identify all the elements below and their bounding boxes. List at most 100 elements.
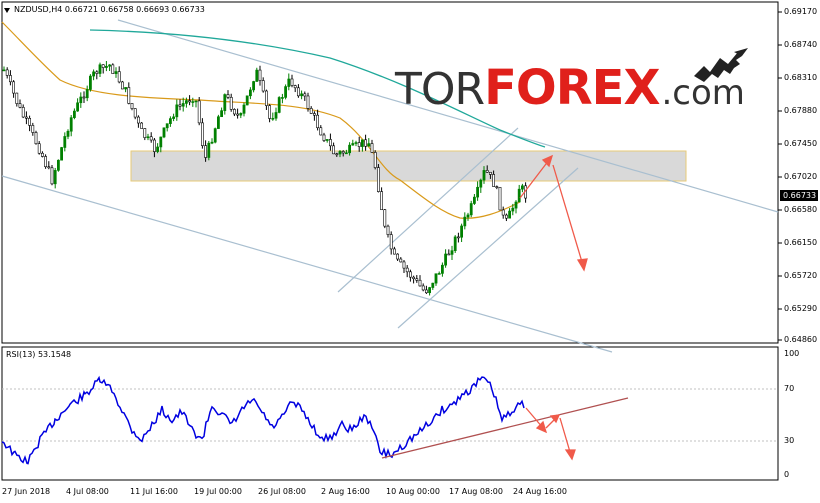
logo-forex-text: FOREX [484,60,660,116]
price-axis-label: 0.64860 [784,335,818,344]
candle-body [348,144,352,154]
candle-body [95,71,99,74]
candle-body [370,143,374,153]
candle-body [98,64,102,74]
candle-body [252,81,256,91]
time-axis-label: 27 Jun 2018 [2,487,51,496]
candle-body [312,113,316,116]
candle-body [392,248,396,255]
candle-body [306,95,310,109]
candle-body [92,71,96,77]
candle-body [133,108,137,118]
price-axis-label: 0.66580 [784,205,818,214]
candle-body [21,107,25,118]
candle-body [127,87,131,104]
candle-body [191,101,195,103]
candle-body [249,89,252,97]
candle-body [440,264,444,274]
candle-body [18,103,22,108]
current-price-badge: 0.66733 [780,190,818,201]
candle-body [517,188,521,203]
candle-body [488,171,492,175]
candle-body [37,143,41,154]
candle-body [245,95,249,106]
candle-body [165,123,169,129]
price-axis-label: 0.68740 [784,40,818,49]
candle-body [5,69,9,76]
price-axis-label: 0.65720 [784,271,818,280]
time-axis-label: 26 Jul 08:00 [258,487,306,496]
candle-body [178,104,182,107]
candle-body [508,210,512,219]
price-axis-label: 0.65290 [784,304,818,313]
candle-body [287,78,291,87]
candle-body [284,86,288,98]
candle-body [79,96,83,104]
candle-body [504,214,508,219]
candle-body [274,112,278,119]
price-axis-label: 0.69170 [784,7,818,16]
candle-body [444,253,448,266]
candle-body [201,122,204,146]
candle-body [264,90,268,106]
candle-body [149,136,153,141]
candle-body [34,132,38,145]
candle-body [236,113,240,116]
candle-body [296,87,300,97]
candle-body [140,122,144,129]
candle-body [402,261,406,269]
candle-body [229,97,233,110]
rsi-axis-label: 30 [784,436,795,445]
time-axis-label: 19 Jul 00:00 [194,487,242,496]
candle-body [159,136,163,148]
candle-body [28,118,32,126]
candle-body [226,94,230,98]
candle-body [15,92,19,104]
candle-body [476,186,480,198]
candle-body [194,100,198,103]
price-axis-label: 0.67020 [784,172,818,181]
candle-body [357,142,361,147]
candle-body [220,110,224,118]
candle-body [181,103,185,107]
candle-body [421,285,425,291]
candle-body [373,152,377,168]
candle-body [309,108,313,114]
candle-body [188,100,192,103]
candle-body [69,117,73,132]
candle-body [156,146,160,152]
candle-body [82,96,86,99]
candle-body [60,147,64,161]
rsi-axis-label: 100 [784,349,800,358]
candle-body [456,236,460,239]
rsi-axis-label: 70 [784,384,795,393]
price-axis-label: 0.68310 [784,73,818,82]
logo-com-text: .com [661,73,745,113]
candle-body [514,201,518,209]
candle-body [466,214,470,218]
candle-body [242,104,246,114]
candle-body [271,117,275,120]
candle-body [24,116,28,119]
candle-body [137,116,140,124]
torforex-logo: TOR FOREX .com [395,60,745,116]
candle-body [367,143,371,147]
candle-body [239,113,243,116]
candle-body [73,110,76,118]
candle-body [485,170,489,173]
candle-body [56,159,60,171]
candle-body [460,225,464,238]
candle-body [399,258,403,263]
candle-body [53,170,57,185]
candle-body [501,209,505,216]
candle-body [364,139,368,147]
logo-tor-text: TOR [395,64,485,115]
candle-body [213,128,217,143]
candle-body [162,127,166,138]
candle-body [389,234,393,250]
candle-body [101,64,105,68]
candle-body [255,69,259,82]
price-axis-label: 0.66150 [784,238,818,247]
candle-body [175,104,179,118]
candle-body [415,278,419,281]
